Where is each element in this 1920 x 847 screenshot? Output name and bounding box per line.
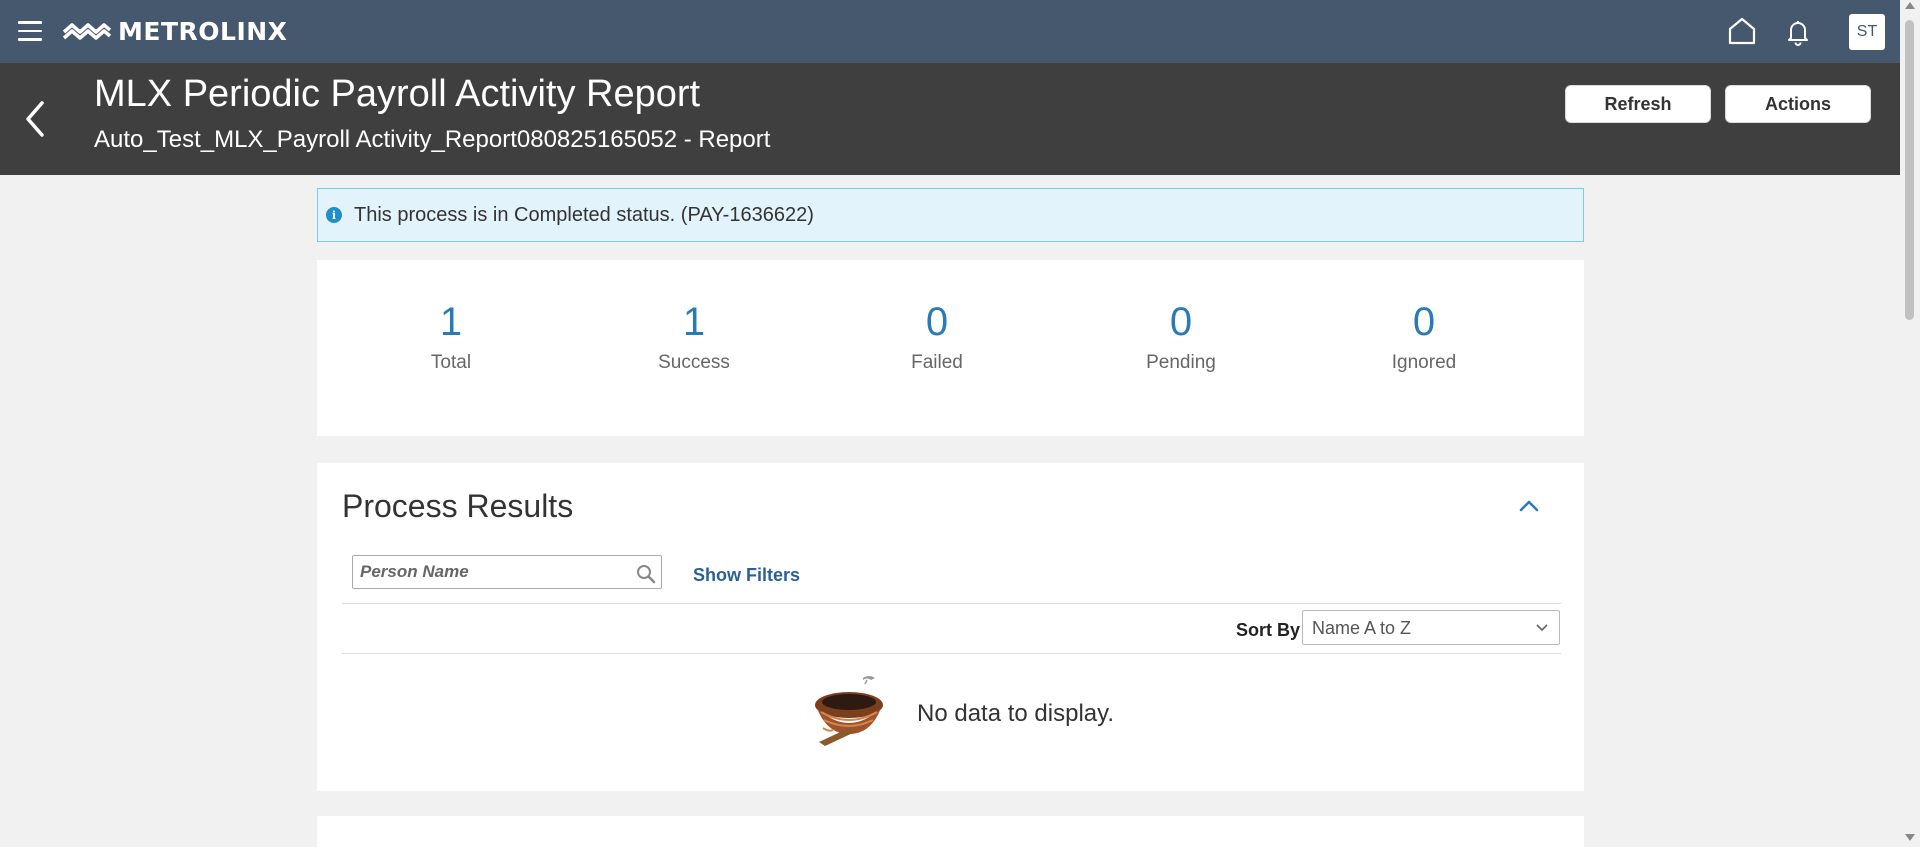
scroll-down-arrow-icon[interactable] — [1905, 834, 1915, 841]
stat-failed: 0 Failed — [837, 302, 1037, 374]
sort-by-select[interactable]: Name A to Z — [1302, 610, 1560, 645]
page-subtitle: Auto_Test_MLX_Payroll Activity_Report080… — [94, 126, 771, 153]
metrolinx-logo-icon — [62, 23, 112, 40]
stat-value: 0 — [1169, 300, 1193, 344]
person-search-box — [352, 555, 662, 589]
summary-card: 1 Total 1 Success 0 Failed 0 Pending 0 I… — [317, 260, 1584, 436]
menu-icon[interactable] — [18, 21, 42, 41]
stat-label: Pending — [1146, 352, 1216, 373]
brand-logo[interactable]: METROLINX — [62, 14, 287, 48]
scroll-up-arrow-icon[interactable] — [1905, 2, 1915, 9]
stat-value: 1 — [682, 300, 706, 344]
scroll-thumb[interactable] — [1905, 20, 1914, 320]
empty-state-message: No data to display. — [917, 700, 1115, 727]
sort-by-label: Sort By — [1236, 620, 1301, 640]
process-results-panel: Process Results Show Filters Sort By Nam… — [317, 463, 1584, 791]
stat-success: 1 Success — [594, 302, 794, 374]
avatar[interactable]: ST — [1849, 14, 1885, 50]
back-icon[interactable] — [22, 97, 48, 141]
stat-value: 1 — [439, 300, 463, 344]
page-header: MLX Periodic Payroll Activity Report Aut… — [0, 63, 1900, 175]
stat-pending: 0 Pending — [1081, 302, 1281, 374]
brand-name: METROLINX — [118, 16, 288, 46]
person-name-search-input[interactable] — [353, 556, 637, 588]
stat-total: 1 Total — [351, 302, 551, 374]
stat-label: Ignored — [1391, 352, 1457, 373]
actions-button[interactable]: Actions — [1725, 85, 1871, 123]
refresh-button[interactable]: Refresh — [1565, 85, 1711, 123]
section-title: Process Results — [342, 488, 574, 524]
stat-label: Success — [658, 352, 730, 373]
show-filters-link[interactable]: Show Filters — [693, 565, 800, 586]
empty-nest-icon — [815, 676, 883, 746]
divider — [342, 653, 1561, 654]
stat-value: 0 — [925, 300, 949, 344]
stat-ignored: 0 Ignored — [1324, 302, 1524, 374]
stat-label: Total — [430, 352, 472, 373]
bell-icon[interactable] — [1783, 17, 1813, 47]
home-icon[interactable] — [1726, 16, 1758, 46]
page-scrollbar[interactable] — [1900, 0, 1920, 847]
info-icon: i — [326, 207, 342, 223]
next-section-card — [317, 816, 1584, 847]
divider — [342, 603, 1561, 604]
page-title: MLX Periodic Payroll Activity Report — [94, 73, 701, 115]
status-alert-text: This process is in Completed status. (PA… — [354, 203, 814, 226]
chevron-down-icon — [1536, 624, 1548, 632]
top-bar: METROLINX ST — [0, 0, 1900, 63]
chevron-up-icon[interactable] — [1517, 496, 1541, 514]
stat-value: 0 — [1412, 300, 1436, 344]
status-alert: i This process is in Completed status. (… — [317, 188, 1584, 242]
sort-by-value: Name A to Z — [1312, 618, 1412, 638]
stat-label: Failed — [911, 352, 963, 373]
search-icon[interactable] — [636, 564, 656, 584]
